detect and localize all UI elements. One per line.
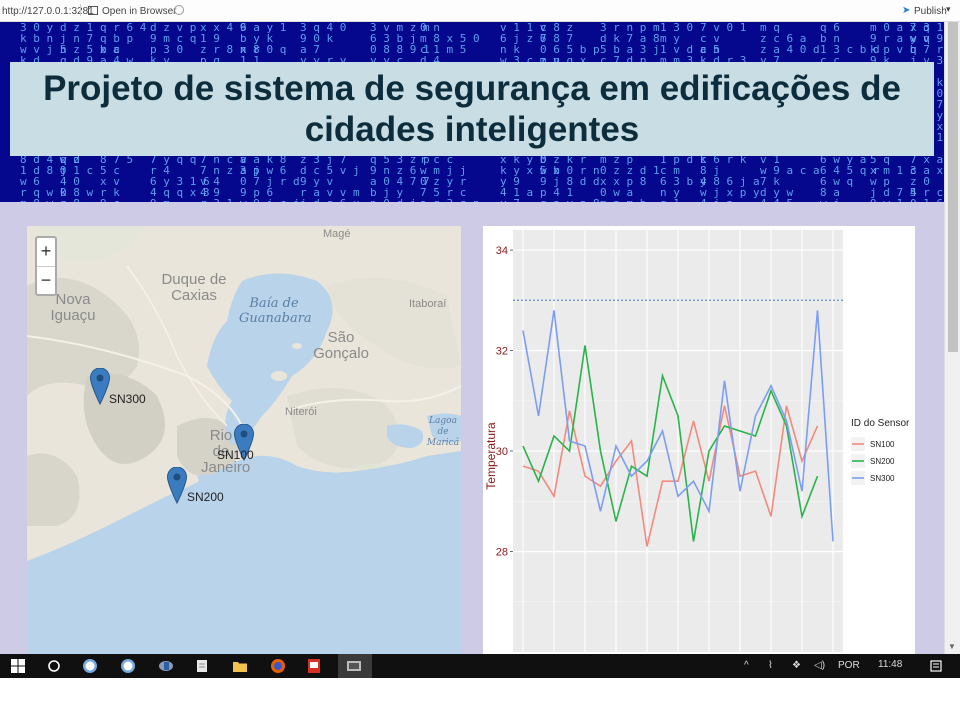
screen-bottom-margin (0, 678, 960, 720)
place-label-niteroi: Niterói (285, 406, 317, 418)
title-box: Projeto de sistema de segurança em edifi… (10, 62, 934, 156)
page-title: Projeto de sistema de segurança em edifi… (10, 68, 934, 150)
page-title-line-2: cidades inteligentes (304, 110, 640, 149)
y-tick-label: 34 (496, 245, 508, 257)
y-axis-label: Temperatura (484, 422, 498, 490)
rstudio-icon[interactable] (82, 658, 98, 674)
legend-title: ID do Sensor (851, 418, 910, 429)
volume-icon[interactable]: ◁) (814, 660, 825, 671)
clock-time[interactable]: 11:48 (878, 659, 902, 670)
notification-center-icon[interactable] (928, 658, 944, 674)
firefox-icon[interactable] (270, 658, 286, 674)
publish-icon[interactable]: ➤ (902, 6, 912, 16)
browser-toolbar: http://127.0.0.1:3281 Open in Browser ➤ … (0, 0, 960, 22)
marker-label-sn100: SN100 (217, 448, 254, 462)
chart-svg: 28303234Temperatura ID do SensorSN100SN20… (484, 230, 910, 652)
zoom-in-button[interactable]: + (37, 238, 55, 266)
y-tick-label: 28 (496, 547, 508, 559)
open-in-browser-button[interactable]: Open in Browser (102, 6, 176, 17)
place-label-mage: Magé (323, 228, 351, 240)
temperature-chart: 28 30 32 34 Temperatura ID do Sensor SN100 SN20… (483, 226, 915, 654)
leaflet-map[interactable]: + − Magé Duque de Caxias Nova Iguaçu Baí… (27, 226, 461, 654)
dropbox-icon[interactable]: ❖ (792, 660, 801, 671)
search-icon[interactable] (46, 658, 62, 674)
zoom-out-button[interactable]: − (37, 266, 55, 294)
svg-app-icon[interactable] (346, 658, 362, 674)
screen: http://127.0.0.1:3281 Open in Browser ➤ … (0, 0, 960, 720)
y-tick-label: 32 (496, 346, 508, 358)
rstudio-icon[interactable] (120, 658, 136, 674)
zoom-control: + − (35, 236, 57, 296)
place-label-itaborai: Itaboraí (409, 298, 447, 310)
scroll-down-icon[interactable]: ▼ (948, 642, 956, 651)
legend-label-sn200: SN200 (870, 457, 895, 466)
place-label-sao-goncalo: São Gonçalo (313, 329, 369, 362)
page-title-line-1: Projeto de sistema de segurança em edifi… (43, 69, 901, 108)
windows-taskbar: ^ ⌇ ❖ ◁) POR 11:48 (0, 654, 960, 678)
vertical-scrollbar[interactable]: ▲ ▼ (944, 22, 960, 654)
place-label-duque-de-caxias-text: Duque de Caxias (161, 271, 227, 304)
chevron-down-icon[interactable]: ▾ (946, 4, 951, 15)
content-panel: + − Magé Duque de Caxias Nova Iguaçu Baí… (0, 202, 944, 654)
pdf-reader-icon[interactable] (306, 658, 322, 674)
input-language-indicator[interactable]: POR (838, 660, 860, 671)
refresh-icon[interactable] (174, 5, 184, 15)
legend-label-sn100: SN100 (870, 440, 895, 449)
map-marker-icon[interactable] (167, 467, 187, 505)
active-app-slot[interactable] (338, 654, 372, 678)
place-label-lagoa-de-marica: Lagoa de Maricá (426, 416, 460, 448)
publish-button[interactable]: Publish (914, 6, 947, 17)
map-marker-icon[interactable] (90, 368, 110, 406)
network-icon[interactable]: ⌇ (768, 660, 773, 671)
windows-start-icon[interactable] (10, 658, 26, 674)
r-language-icon[interactable] (158, 658, 174, 674)
marker-label-sn300: SN300 (109, 392, 146, 406)
marker-label-sn200: SN200 (187, 490, 224, 504)
scrollbar-thumb[interactable] (948, 22, 958, 352)
header-banner: 3 0 y k b n w v j 5 k d 1 3 k c r 7 8 r … (0, 22, 944, 202)
place-label-duque-de-caxias: Duque de Caxias (159, 272, 229, 304)
toolbar-divider (80, 4, 81, 16)
place-label-nova-iguacu: Nova Iguaçu (50, 291, 96, 324)
place-label-baia-de-guanabara: Baía de Guanabara (239, 296, 312, 326)
notepad-icon[interactable] (194, 658, 210, 674)
open-in-browser-icon[interactable] (88, 6, 98, 15)
chevron-up-icon[interactable]: ^ (744, 660, 749, 671)
legend-label-sn300: SN300 (870, 474, 895, 483)
folder-icon[interactable] (232, 658, 248, 674)
